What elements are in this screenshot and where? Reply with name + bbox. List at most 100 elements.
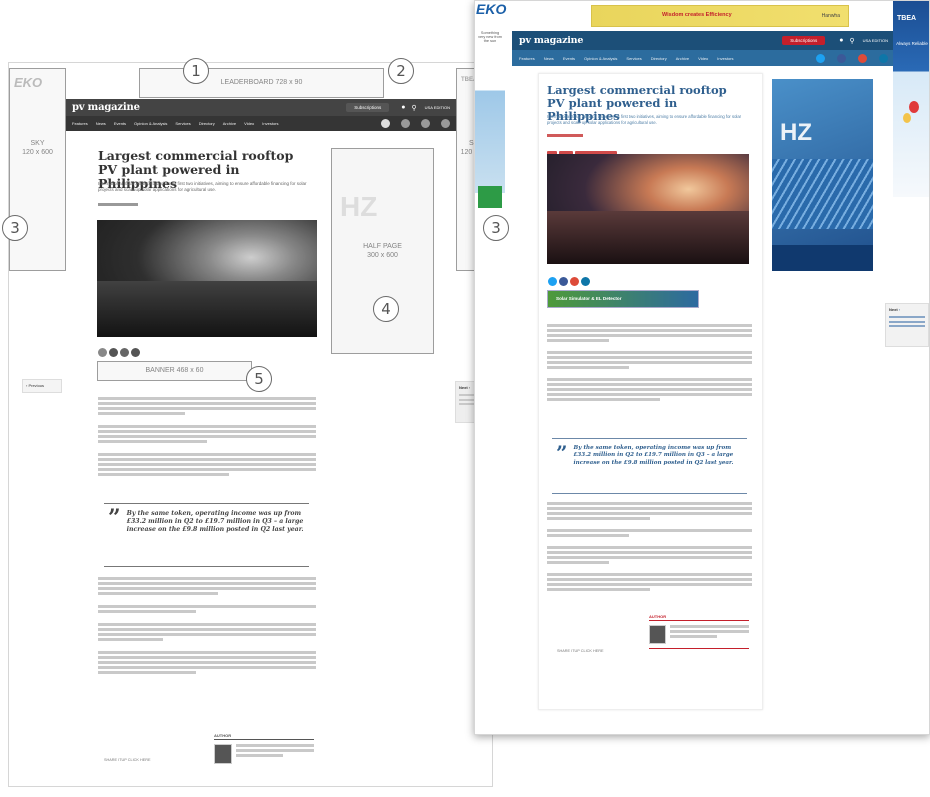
site-logo[interactable]: pv magazine: [519, 35, 782, 46]
half-page-placeholder: HZ HALF PAGE 300 x 600: [331, 148, 434, 354]
linkedin-icon[interactable]: [879, 53, 888, 63]
user-icon[interactable]: ●: [401, 104, 405, 111]
previous-article-button[interactable]: ‹ Previous: [22, 379, 62, 393]
facebook-icon[interactable]: [559, 277, 568, 286]
googleplus-icon[interactable]: [120, 348, 129, 357]
nav-item[interactable]: Directory: [651, 56, 667, 61]
article-lead: International Solar Alliance launches it…: [547, 114, 742, 125]
wireframe-page: EKO SKY 120 x 600 LEADERBOARD 728 x 90 T…: [8, 62, 493, 787]
googleplus-icon[interactable]: [858, 53, 867, 63]
eko-logo: EKO: [476, 1, 507, 17]
eko-tagline: Something very new from the sun: [478, 31, 502, 43]
share-icons: [98, 344, 140, 362]
nav-item[interactable]: Features: [72, 121, 88, 126]
tbea-tagline: Always Reliable: [896, 41, 928, 46]
nav-item[interactable]: Directory: [199, 121, 215, 126]
search-icon[interactable]: ⚲: [412, 104, 417, 112]
nav-item[interactable]: Archive: [676, 56, 689, 61]
nav-item[interactable]: Video: [698, 56, 708, 61]
nav-item[interactable]: Events: [563, 56, 575, 61]
leaderboard-ad-text: Wisdom creates Efficiency: [662, 12, 732, 18]
next-article-button[interactable]: Next ›: [885, 303, 929, 347]
site-logo[interactable]: pv magazine: [72, 102, 346, 113]
quote-mark-icon: ”: [108, 505, 121, 531]
user-icon[interactable]: ●: [839, 37, 843, 44]
leaderboard-placeholder: LEADERBOARD 728 x 90: [139, 68, 384, 98]
twitter-icon[interactable]: [548, 277, 557, 286]
half-page-ad[interactable]: HZ: [772, 79, 873, 271]
solar-banner-text: Solar Simulator & EL Detector: [556, 296, 622, 301]
search-icon[interactable]: ⚲: [850, 37, 855, 45]
callout-4: 4: [373, 296, 399, 322]
half-page-label: HALF PAGE: [363, 242, 402, 250]
next-label: Next: [459, 385, 468, 390]
sky-left-size: 120 x 600: [22, 149, 53, 157]
final-page: EKO Something very new from the sun Wisd…: [474, 0, 930, 735]
callout-3-left: 3: [2, 215, 28, 241]
twitter-icon[interactable]: [98, 348, 107, 357]
googleplus-icon[interactable]: [570, 277, 579, 286]
banner-label: BANNER 468 x 60: [145, 367, 204, 375]
facebook-icon[interactable]: [837, 53, 846, 63]
share-icons: [548, 273, 590, 291]
nav-item[interactable]: News: [544, 56, 554, 61]
sky-ad-right[interactable]: TBEA Always Reliable: [893, 1, 929, 197]
article-meta: [98, 203, 138, 206]
nav-item[interactable]: News: [96, 121, 106, 126]
callout-2: 2: [388, 58, 414, 84]
nav-item[interactable]: Features: [519, 56, 535, 61]
article-body: Largest commercial rooftop PV plant powe…: [538, 73, 763, 710]
edition-select[interactable]: USA EDITION: [425, 105, 450, 110]
subscriptions-button[interactable]: Subscriptions: [346, 103, 390, 112]
pull-quote: ” By the same token, operating income wa…: [552, 438, 747, 494]
solar-banner-ad[interactable]: Solar Simulator & EL Detector: [547, 290, 699, 308]
social-icon[interactable]: [441, 119, 450, 128]
author-avatar: [649, 625, 666, 644]
tbea-logo: TBEA: [897, 15, 917, 22]
next-label: Next: [889, 307, 898, 312]
twitter-icon[interactable]: [816, 53, 825, 63]
nav-item[interactable]: Investors: [262, 121, 278, 126]
edition-select[interactable]: USA EDITION: [863, 38, 888, 43]
article-text-block-2: [98, 577, 316, 676]
social-icon[interactable]: [381, 119, 390, 128]
sky-left-logo: EKO: [14, 75, 43, 90]
author-heading: AUTHOR: [649, 614, 749, 621]
previous-label: Previous: [28, 383, 45, 388]
callout-1: 1: [183, 58, 209, 84]
article-body: Largest commercial rooftop PV plant powe…: [84, 135, 329, 786]
pull-quote: ” By the same token, operating income wa…: [104, 503, 309, 567]
nav-item[interactable]: Archive: [223, 121, 236, 126]
sky-left-label: SKY: [30, 140, 45, 147]
nav-item[interactable]: Opinion & Analysis: [584, 56, 617, 61]
nav-item[interactable]: Video: [244, 121, 254, 126]
nav-item[interactable]: Investors: [717, 56, 733, 61]
site-header: pv magazine Subscriptions ● ⚲ USA EDITIO…: [66, 99, 456, 116]
nav-item[interactable]: Opinion & Analysis: [134, 121, 167, 126]
sky-ad-left[interactable]: EKO Something very new from the sun: [475, 1, 507, 321]
linkedin-icon[interactable]: [581, 277, 590, 286]
half-page-size: 300 x 600: [367, 252, 398, 259]
facebook-icon[interactable]: [109, 348, 118, 357]
leaderboard-label: LEADERBOARD 728 x 90: [220, 79, 303, 87]
author-avatar: [214, 744, 232, 764]
nav-item[interactable]: Services: [175, 121, 190, 126]
author-heading: AUTHOR: [214, 733, 314, 740]
banner-placeholder: BANNER 468 x 60: [97, 361, 252, 381]
linkedin-icon[interactable]: [131, 348, 140, 357]
main-nav: Features News Events Opinion & Analysis …: [66, 116, 456, 131]
social-icon[interactable]: [421, 119, 430, 128]
quote-text: By the same token, operating income was …: [126, 510, 304, 534]
nav-item[interactable]: Services: [626, 56, 641, 61]
half-page-ad-text: HZ: [340, 191, 378, 222]
article-text-block-1: [98, 397, 316, 478]
leaderboard-ad[interactable]: Wisdom creates Efficiency Hanwha: [591, 5, 849, 27]
callout-3-right: 3: [483, 215, 509, 241]
nav-item[interactable]: Events: [114, 121, 126, 126]
article-photo: [547, 154, 749, 264]
social-icon[interactable]: [401, 119, 410, 128]
article-text-block-1: [547, 324, 752, 403]
subscriptions-button[interactable]: Subscriptions: [782, 36, 826, 45]
half-page-ad-text: HZ: [780, 119, 812, 146]
article-meta: [547, 134, 583, 137]
